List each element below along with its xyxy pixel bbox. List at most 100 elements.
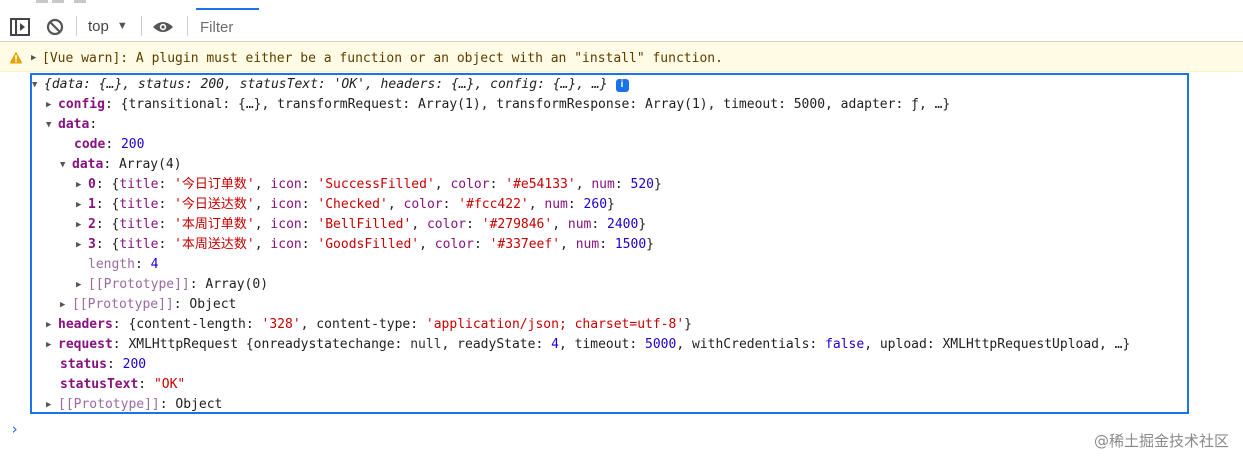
active-tab-indicator bbox=[196, 8, 259, 10]
property-key: length bbox=[88, 257, 135, 272]
context-label: top bbox=[88, 17, 109, 35]
property-key: data bbox=[58, 117, 90, 132]
item-num: 260 bbox=[583, 197, 608, 212]
item-color: '#337eef' bbox=[489, 237, 561, 252]
request-readystate-label: , readyState: bbox=[441, 337, 552, 352]
item-icon-name: 'BellFilled' bbox=[317, 217, 412, 232]
data-prototype-row[interactable]: ▶ [[Prototype]]: Object bbox=[60, 295, 236, 315]
inner-data-row[interactable]: ▼ data: Array(4) bbox=[60, 155, 182, 175]
request-suffix: , upload: XMLHttpRequestUpload, …} bbox=[864, 337, 1131, 352]
property-value: Object bbox=[189, 297, 237, 312]
object-summary: {data: {…}, status: 200, statusText: 'OK… bbox=[44, 77, 608, 92]
request-credentials-label: , withCredentials: bbox=[676, 337, 826, 352]
data-row[interactable]: ▼ data: bbox=[46, 115, 97, 135]
length-row: length: 4 bbox=[88, 255, 158, 275]
array-item-row[interactable]: ▶ 1: {title: '今日送达数', icon: 'Checked', c… bbox=[76, 195, 615, 215]
expand-triangle-icon[interactable]: ▶ bbox=[46, 335, 58, 355]
code-row: code: 200 bbox=[74, 135, 144, 155]
array-item-row[interactable]: ▶ 2: {title: '本周订单数', icon: 'BellFilled'… bbox=[76, 215, 646, 235]
filter-input[interactable] bbox=[200, 15, 1240, 39]
item-color: '#279846' bbox=[481, 217, 553, 232]
item-num: 520 bbox=[630, 177, 654, 192]
property-key: [[Prototype]] bbox=[88, 277, 190, 292]
item-icon-name: 'GoodsFilled' bbox=[317, 237, 420, 252]
sidebar-toggle-icon[interactable] bbox=[9, 16, 31, 38]
expand-triangle-icon[interactable]: ▶ bbox=[76, 195, 88, 215]
array-item-row[interactable]: ▶ 3: {title: '本周送达数', icon: 'GoodsFilled… bbox=[76, 235, 654, 255]
item-title: '今日订单数' bbox=[174, 177, 255, 192]
array-item-row[interactable]: ▶ 0: {title: '今日订单数', icon: 'SuccessFill… bbox=[76, 175, 662, 195]
property-value: 200 bbox=[122, 357, 147, 372]
expand-triangle-icon[interactable]: ▶ bbox=[46, 95, 58, 115]
warning-message: ▶ [Vue warn]: A plugin must either be a … bbox=[0, 43, 1243, 72]
property-value: Object bbox=[175, 397, 223, 412]
expand-triangle-icon[interactable]: ▶ bbox=[46, 315, 58, 335]
item-num: 1500 bbox=[614, 237, 647, 252]
expand-triangle-icon[interactable]: ▶ bbox=[76, 235, 88, 255]
array-index: 3 bbox=[88, 237, 96, 252]
item-title: '本周送达数' bbox=[174, 237, 255, 252]
item-icon-name: 'Checked' bbox=[317, 197, 388, 212]
headers-row[interactable]: ▶ headers: {content-length: '328', conte… bbox=[46, 315, 692, 335]
clear-console-icon[interactable] bbox=[44, 16, 66, 38]
property-key: statusText bbox=[60, 377, 139, 392]
item-num: 2400 bbox=[607, 217, 639, 232]
property-value: "OK" bbox=[153, 377, 186, 392]
collapse-triangle-icon[interactable]: ▼ bbox=[46, 115, 58, 135]
log-entry-object: ▼ {data: {…}, status: 200, statusText: '… bbox=[30, 73, 1189, 414]
array-index: 1 bbox=[88, 197, 96, 212]
toolbar-top-strip bbox=[0, 0, 1243, 10]
collapse-triangle-icon[interactable]: ▼ bbox=[60, 155, 72, 175]
array-index: 0 bbox=[88, 177, 96, 192]
warning-icon bbox=[9, 51, 23, 68]
console-toolbar: top ▼ bbox=[0, 0, 1243, 42]
info-icon[interactable]: i bbox=[615, 78, 629, 92]
config-row[interactable]: ▶ config: {transitional: {…}, transformR… bbox=[46, 95, 950, 115]
property-value: 200 bbox=[120, 137, 145, 152]
watermark: @稀土掘金技术社区 bbox=[1093, 432, 1229, 450]
item-color: '#fcc422' bbox=[458, 197, 529, 212]
console-prompt-chevron-icon[interactable]: › bbox=[10, 420, 19, 438]
property-key: [[Prototype]] bbox=[72, 297, 174, 312]
expand-triangle-icon[interactable]: ▶ bbox=[31, 53, 36, 63]
request-null: null bbox=[410, 337, 442, 352]
property-key: headers bbox=[58, 317, 113, 332]
request-row[interactable]: ▶ request: XMLHttpRequest {onreadystatec… bbox=[46, 335, 1130, 355]
item-icon-name: 'SuccessFilled' bbox=[317, 177, 435, 192]
array-index: 2 bbox=[88, 217, 96, 232]
toolbar-separator bbox=[141, 16, 142, 36]
property-key: code bbox=[74, 137, 106, 152]
headers-middle: , content-type: bbox=[300, 317, 426, 332]
statustext-row: statusText: "OK" bbox=[60, 375, 185, 395]
property-key: data bbox=[72, 157, 104, 172]
request-prefix: XMLHttpRequest {onreadystatechange: bbox=[128, 337, 411, 352]
property-key: status bbox=[60, 357, 107, 372]
property-key: request bbox=[58, 337, 113, 352]
expand-triangle-icon[interactable]: ▶ bbox=[76, 175, 88, 195]
item-title: '本周订单数' bbox=[174, 217, 255, 232]
array-prototype-row[interactable]: ▶ [[Prototype]]: Array(0) bbox=[76, 275, 268, 295]
expand-triangle-icon[interactable]: ▶ bbox=[76, 215, 88, 235]
request-timeout-label: , timeout: bbox=[558, 337, 646, 352]
toolbar-separator bbox=[187, 16, 188, 36]
headers-content-type: 'application/json; charset=utf-8' bbox=[425, 317, 685, 332]
live-expression-eye-icon[interactable] bbox=[151, 16, 175, 38]
item-title: '今日送达数' bbox=[174, 197, 255, 212]
object-prototype-row[interactable]: ▶ [[Prototype]]: Object bbox=[46, 395, 222, 415]
property-value: {transitional: {…}, transformRequest: Ar… bbox=[120, 97, 951, 112]
object-summary-row[interactable]: ▼ {data: {…}, status: 200, statusText: '… bbox=[32, 75, 629, 95]
request-readystate: 4 bbox=[551, 337, 559, 352]
expand-triangle-icon[interactable]: ▶ bbox=[46, 395, 58, 415]
context-selector[interactable]: top ▼ bbox=[88, 15, 128, 37]
expand-triangle-icon[interactable]: ▶ bbox=[60, 295, 72, 315]
headers-suffix: } bbox=[684, 317, 692, 332]
property-key: [[Prototype]] bbox=[58, 397, 160, 412]
status-row: status: 200 bbox=[60, 355, 146, 375]
warning-text: [Vue warn]: A plugin must either be a fu… bbox=[42, 51, 723, 66]
request-credentials: false bbox=[825, 337, 865, 352]
expand-triangle-icon[interactable]: ▶ bbox=[76, 275, 88, 295]
collapse-triangle-icon[interactable]: ▼ bbox=[32, 75, 44, 95]
property-value: Array(0) bbox=[205, 277, 269, 292]
headers-content-length: '328' bbox=[261, 317, 301, 332]
headers-prefix: {content-length: bbox=[128, 317, 262, 332]
